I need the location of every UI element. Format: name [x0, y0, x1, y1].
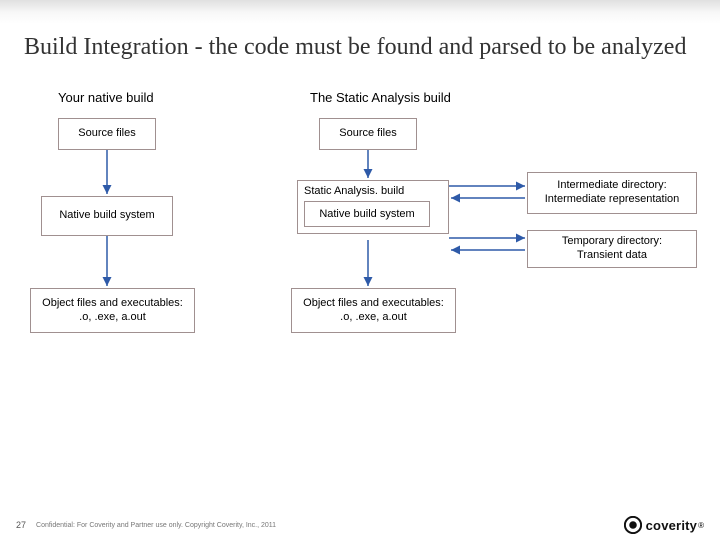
native-source-box: Source files [58, 118, 156, 150]
sa-source-box: Source files [319, 118, 417, 150]
registered-mark: ® [698, 521, 704, 530]
brand-logo: coverity ® [624, 516, 704, 534]
native-heading: Your native build [58, 90, 154, 105]
header-gradient [0, 0, 720, 24]
confidential-text: Confidential: For Coverity and Partner u… [36, 522, 276, 529]
native-output-box: Object files and executables: .o, .exe, … [30, 288, 195, 333]
temporary-dir-box: Temporary directory: Transient data [527, 230, 697, 268]
page-number: 27 [16, 520, 26, 530]
footer: 27 Confidential: For Coverity and Partne… [0, 510, 720, 540]
slide-title: Build Integration - the code must be fou… [0, 24, 720, 68]
sa-wrapper-label: Static Analysis. build [304, 185, 442, 197]
intermediate-dir-box: Intermediate directory: Intermediate rep… [527, 172, 697, 214]
sa-wrapper-box: Static Analysis. build Native build syst… [297, 180, 449, 234]
sa-output-box: Object files and executables: .o, .exe, … [291, 288, 456, 333]
brand-name: coverity [646, 518, 697, 533]
sa-inner-build-box: Native build system [304, 201, 430, 227]
diagram-canvas: Your native build Source files Native bu… [0, 90, 720, 490]
sa-heading: The Static Analysis build [310, 90, 451, 105]
coverity-logo-icon [624, 516, 642, 534]
native-build-box: Native build system [41, 196, 173, 236]
